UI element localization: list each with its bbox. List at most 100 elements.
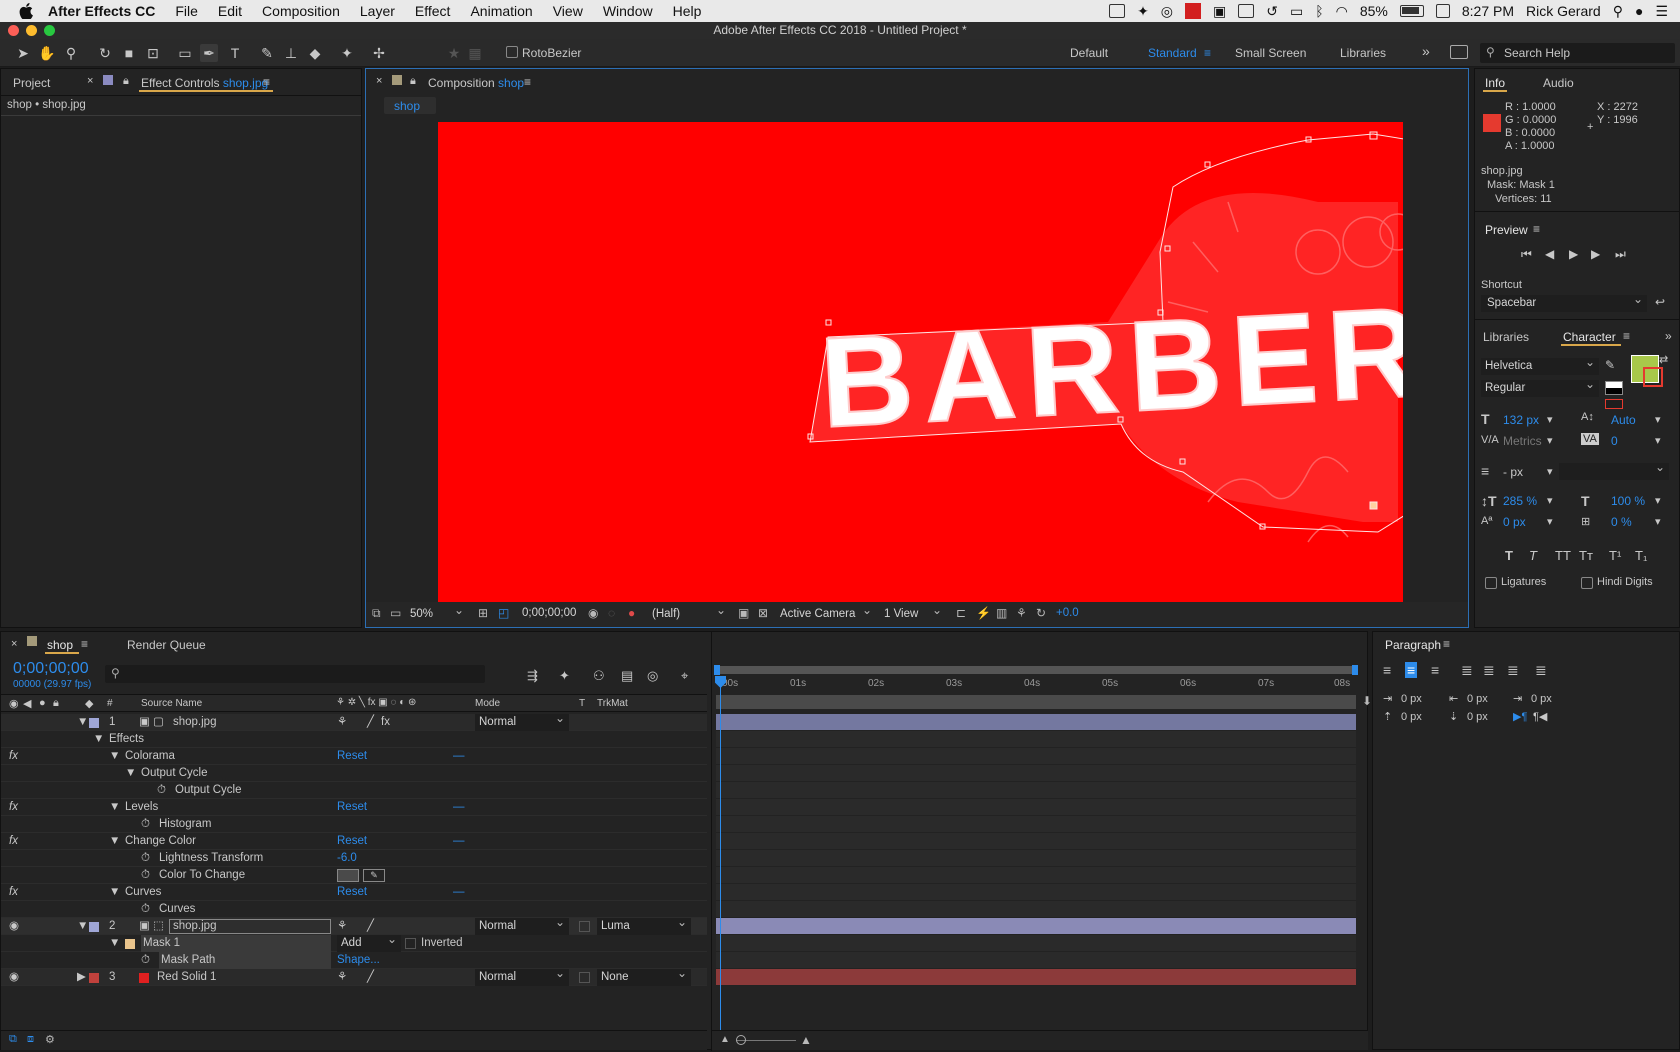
panel-menu-icon[interactable]: ≡ <box>81 637 88 651</box>
region-of-interest-icon[interactable]: ▣ <box>738 606 749 620</box>
composition-mini-flowchart-icon[interactable]: ⇶ <box>527 668 538 684</box>
font-size-value[interactable]: 132 px <box>1503 413 1539 427</box>
stroke-color-swatch[interactable] <box>1643 367 1663 387</box>
menu-animation[interactable]: Animation <box>470 3 532 19</box>
align-center-icon[interactable]: ≡ <box>1405 662 1418 678</box>
zoom-window-icon[interactable] <box>44 25 55 36</box>
tab-composition[interactable]: Composition shop <box>428 76 524 90</box>
mask-row[interactable]: ▼ Mask 1 Add Inverted <box>1 931 707 952</box>
options-link[interactable]: — <box>453 799 465 816</box>
app-badge-icon[interactable] <box>1185 3 1202 19</box>
puppet-tool-icon[interactable]: ✢ <box>370 44 388 62</box>
navigator-start-handle[interactable] <box>714 665 720 675</box>
label-tag-icon[interactable]: ◆ <box>85 697 93 710</box>
options-link[interactable]: — <box>453 748 465 765</box>
justify-left-icon[interactable]: ≣ <box>1461 662 1473 679</box>
close-tab-icon[interactable]: × <box>376 75 382 87</box>
tsume-value[interactable]: 0 % <box>1611 515 1632 529</box>
show-snapshot-icon[interactable]: ◌ <box>608 606 615 620</box>
vertical-scale-value[interactable]: 285 % <box>1503 494 1537 508</box>
panel-menu-icon[interactable]: ≡ <box>524 75 531 89</box>
tab-libraries[interactable]: Libraries <box>1483 330 1529 344</box>
comp-timecode[interactable]: 0;00;00;00 <box>522 607 576 619</box>
creative-cloud-icon[interactable]: ◎ <box>1161 3 1173 20</box>
swap-colors-icon[interactable]: ⇄ <box>1659 353 1668 366</box>
search-help-field[interactable]: ⚲ Search Help <box>1480 43 1675 63</box>
zoom-out-icon[interactable]: ▲ <box>720 1034 730 1045</box>
always-preview-icon[interactable]: ⧉ <box>372 606 381 621</box>
chevron-down-icon[interactable]: ▾ <box>1547 465 1553 478</box>
indent-first-value[interactable]: 0 px <box>1531 693 1552 705</box>
layer-bar-1[interactable] <box>716 714 1356 731</box>
preserve-transparency-checkbox[interactable] <box>579 972 590 983</box>
fx-icon[interactable]: fx <box>9 833 18 850</box>
tab-project[interactable]: Project <box>13 76 50 90</box>
indent-left-value[interactable]: 0 px <box>1401 693 1422 705</box>
superscript-button[interactable]: T¹ <box>1609 548 1621 563</box>
preserve-transparency-checkbox[interactable] <box>579 921 590 932</box>
fx-icon[interactable]: fx <box>9 884 18 901</box>
chevron-down-icon[interactable]: ▾ <box>1655 434 1661 447</box>
layer-row-2[interactable]: ◉ ▼ 2 ▣ ⬚ shop.jpg ⚘ ╱ Normal Luma <box>1 914 707 935</box>
fx-switch-icon[interactable]: fx <box>381 714 390 731</box>
previous-frame-icon[interactable]: ◀︎ <box>1545 247 1554 261</box>
display-icon[interactable] <box>1238 4 1255 18</box>
time-ruler[interactable]: 00s 01s 02s 03s 04s 05s 06s 07s 08s <box>712 676 1362 694</box>
quality-switch-icon[interactable]: ╱ <box>367 918 374 935</box>
camera-tool-icon[interactable]: ■ <box>120 44 138 62</box>
last-frame-icon[interactable]: ⏭ <box>1615 247 1626 262</box>
reset-link[interactable]: Reset <box>337 884 367 901</box>
inverted-checkbox[interactable] <box>405 938 416 949</box>
clone-stamp-tool-icon[interactable]: ⊥ <box>282 44 300 62</box>
timeline-timecode[interactable]: 0;00;00;00 <box>13 660 89 678</box>
lock-icon[interactable]: 🔒︎ <box>410 75 416 88</box>
quality-switch-icon[interactable]: ╱ <box>367 714 374 731</box>
graph-editor-icon[interactable]: ⌖ <box>681 668 688 684</box>
expand-chevron-icon[interactable]: ▼ <box>93 731 104 748</box>
audio-switch-icon[interactable]: ◀ <box>23 697 31 710</box>
screen-icon[interactable] <box>1109 4 1126 18</box>
baseline-shift-value[interactable]: 0 px <box>1503 515 1526 529</box>
dropbox-icon[interactable]: ✦ <box>1137 3 1149 20</box>
expand-chevron-icon[interactable]: ▶ <box>77 969 86 986</box>
tab-effect-controls[interactable]: Effect Controls shop.jpg <box>141 76 268 90</box>
comp-button-icon[interactable]: ⬇ <box>1362 694 1372 708</box>
siri-icon[interactable]: ● <box>1635 3 1643 19</box>
expand-chevron-icon[interactable]: ▼ <box>109 884 120 901</box>
effects-group-row[interactable]: ▼ Effects <box>1 731 707 748</box>
rectangle-tool-icon[interactable]: ▭ <box>176 44 194 62</box>
motion-blur-icon[interactable]: ◎ <box>647 668 658 684</box>
track-matte-dropdown[interactable]: None <box>597 965 691 986</box>
layer-bar-3[interactable] <box>716 969 1356 986</box>
justify-center-icon[interactable]: ≣ <box>1483 662 1495 679</box>
layer-label-color[interactable] <box>89 718 99 728</box>
expand-chevron-icon[interactable]: ▼ <box>109 833 120 850</box>
shy-switch-icon[interactable]: ⚘ <box>337 714 347 731</box>
chevron-down-icon[interactable]: ▾ <box>1655 413 1661 426</box>
stopwatch-icon[interactable]: ⏱ <box>157 782 166 799</box>
exposure-value[interactable]: +0.0 <box>1056 607 1079 619</box>
brush-tool-icon[interactable]: ✎ <box>258 44 276 62</box>
calendar-icon[interactable] <box>1435 4 1450 18</box>
zoom-slider-thumb[interactable] <box>736 1035 746 1045</box>
all-caps-button[interactable]: TT <box>1555 548 1571 563</box>
spotlight-icon[interactable]: ⚲ <box>1613 3 1623 20</box>
fit-icon[interactable]: ⊞ <box>478 606 488 620</box>
align-right-icon[interactable]: ≡ <box>1431 662 1439 678</box>
quality-switch-icon[interactable]: ╱ <box>367 969 374 986</box>
subscript-button[interactable]: T₁ <box>1635 548 1647 563</box>
layer-name[interactable]: shop.jpg <box>173 714 216 731</box>
minimize-window-icon[interactable] <box>26 25 37 36</box>
rotobezier-checkbox[interactable] <box>506 46 518 58</box>
mask-visibility-icon[interactable]: ◰ <box>498 606 509 620</box>
track-matte-dropdown[interactable]: Luma <box>597 914 691 935</box>
stopwatch-icon[interactable]: ⏱ <box>141 901 150 918</box>
timeline-icon[interactable]: ▥ <box>996 606 1007 620</box>
space-before-value[interactable]: 0 px <box>1401 711 1422 723</box>
tab-info[interactable]: Info <box>1485 76 1505 90</box>
menu-effect[interactable]: Effect <box>415 3 451 19</box>
play-icon[interactable]: ▶︎ <box>1569 247 1578 261</box>
clock-time[interactable]: 8:27 PM <box>1462 3 1514 19</box>
workspace-default[interactable]: Default <box>1070 46 1108 60</box>
eye-icon[interactable]: ◉ <box>9 969 19 986</box>
